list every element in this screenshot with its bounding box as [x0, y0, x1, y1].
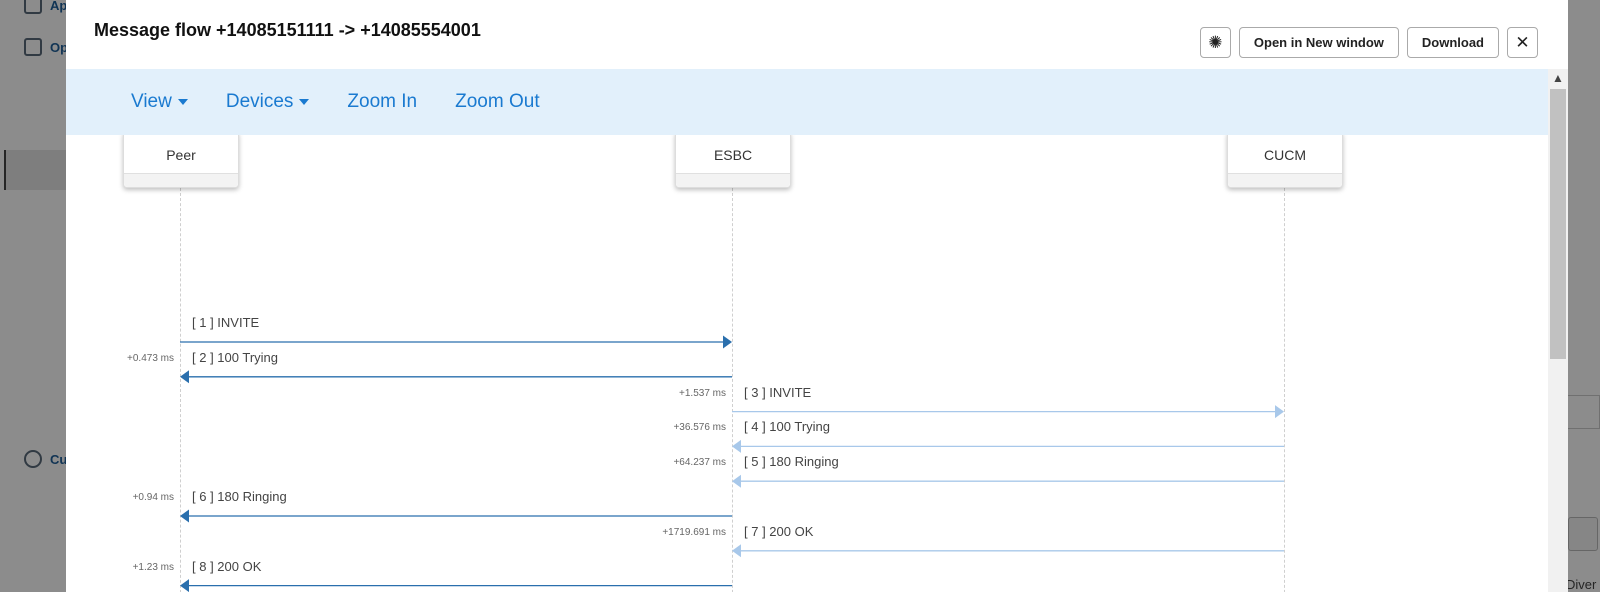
message-time-delta: +36.576 ms	[673, 422, 726, 434]
caret-down-icon	[299, 99, 310, 105]
message-time-delta: +0.94 ms	[132, 492, 174, 503]
message-label[interactable]: [ 8 ] 200 OK	[192, 559, 261, 574]
download-button[interactable]: Download	[1406, 27, 1499, 58]
view-label: View	[131, 91, 172, 112]
arrowhead-icon	[180, 509, 189, 523]
arrowhead-icon	[732, 544, 741, 558]
modal-header: Message flow +14085151111 -> +1408555400…	[66, 0, 1568, 69]
open-new-window-button[interactable]: Open in New window	[1238, 27, 1399, 58]
arrowhead-icon	[180, 370, 189, 384]
message-flow-modal: Message flow +14085151111 -> +1408555400…	[66, 0, 1568, 592]
message-time-delta: +64.237 ms	[673, 457, 726, 469]
message-time-delta: +1719.691 ms	[662, 526, 726, 538]
arrowhead-icon	[1275, 405, 1284, 419]
sequence-diagram: Peer ESBC CUCM [ 1 ] INVITE[ 2 ] 100 Try…	[66, 135, 1548, 592]
header-actions: ✺ Open in New window Download ✕	[1199, 27, 1538, 58]
zoom-in-button[interactable]: Zoom In	[347, 91, 417, 113]
loading-spinner-button[interactable]: ✺	[1199, 27, 1231, 58]
modal-title: Message flow +14085151111 -> +1408555400…	[94, 20, 481, 40]
devices-label: Devices	[225, 91, 294, 112]
message-label[interactable]: [ 1 ] INVITE	[192, 315, 259, 330]
message-label[interactable]: [ 3 ] INVITE	[744, 385, 811, 400]
arrowhead-icon	[732, 439, 741, 453]
message-time-delta: +0.473 ms	[127, 352, 174, 364]
arrowhead-icon	[180, 579, 189, 592]
diagram-toolbar: View Devices Zoom In Zoom Out	[66, 69, 1548, 135]
devices-dropdown[interactable]: Devices	[226, 91, 310, 113]
diagram-scrollbar[interactable]: ▲	[1548, 69, 1568, 592]
message-label[interactable]: [ 7 ] 200 OK	[744, 524, 813, 539]
message-label[interactable]: [ 6 ] 180 Ringing	[192, 489, 287, 504]
arrowhead-icon	[723, 335, 732, 349]
scroll-thumb[interactable]	[1550, 89, 1566, 359]
message-time-delta: +1.23 ms	[132, 561, 174, 573]
spinner-icon: ✺	[1208, 32, 1223, 52]
message-label[interactable]: [ 5 ] 180 Ringing	[744, 454, 839, 469]
arrowhead-icon	[732, 474, 741, 488]
message-label[interactable]: [ 4 ] 100 Trying	[744, 419, 830, 434]
close-icon: ✕	[1515, 32, 1530, 52]
message-time-delta: +1.537 ms	[679, 387, 726, 399]
scroll-up-arrow-icon[interactable]: ▲	[1548, 69, 1568, 87]
close-button[interactable]: ✕	[1507, 27, 1538, 58]
caret-down-icon	[177, 99, 188, 105]
zoom-out-button[interactable]: Zoom Out	[455, 91, 539, 113]
view-dropdown[interactable]: View	[131, 91, 188, 113]
message-label[interactable]: [ 2 ] 100 Trying	[192, 350, 278, 365]
